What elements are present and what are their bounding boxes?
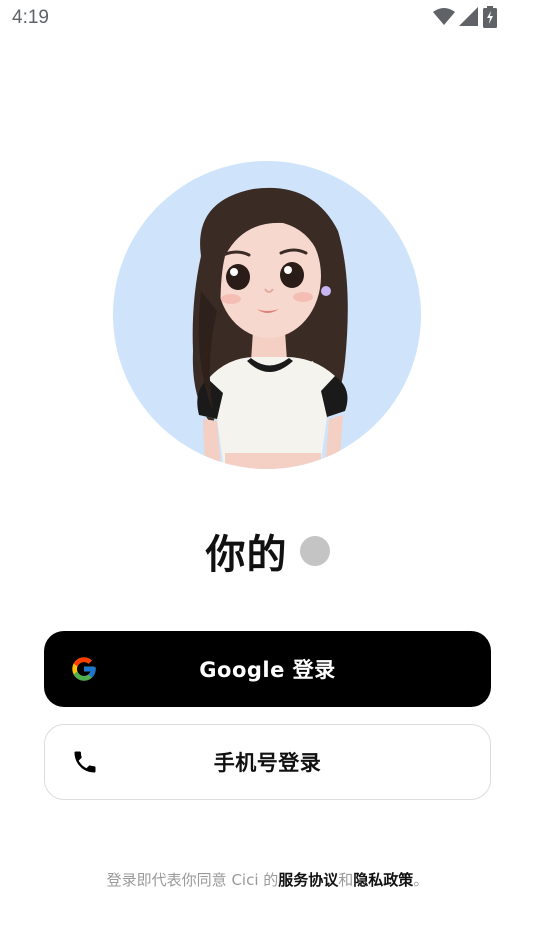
loading-dot [299,536,330,566]
google-login-label: Google 登录 [199,658,336,682]
avatar-character-illustration [192,187,348,469]
status-time: 4:19 [12,7,49,28]
status-bar: 4:19 [0,0,535,38]
google-logo-icon [70,655,98,683]
title-row: 你的 [0,522,535,580]
phone-icon [71,748,99,776]
google-login-button[interactable]: Google 登录 [44,631,491,707]
agreement-conjunction: 和 [338,871,354,889]
agreement-text: 登录即代表你同意 Cici 的服务协议和隐私政策。 [0,869,535,890]
page-title: 你的 [205,532,288,578]
phone-login-button[interactable]: 手机号登录 [44,724,491,800]
battery-charging-icon [483,6,497,28]
phone-login-label: 手机号登录 [213,751,322,775]
wifi-icon [433,7,455,27]
terms-of-service-link[interactable]: 服务协议 [278,871,338,889]
status-icons [433,6,497,28]
avatar [113,161,421,469]
agreement-prefix: 登录即代表你同意 Cici 的 [106,871,279,889]
agreement-suffix: 。 [413,871,429,889]
cellular-signal-icon [459,7,479,27]
privacy-policy-link[interactable]: 隐私政策 [353,871,413,889]
